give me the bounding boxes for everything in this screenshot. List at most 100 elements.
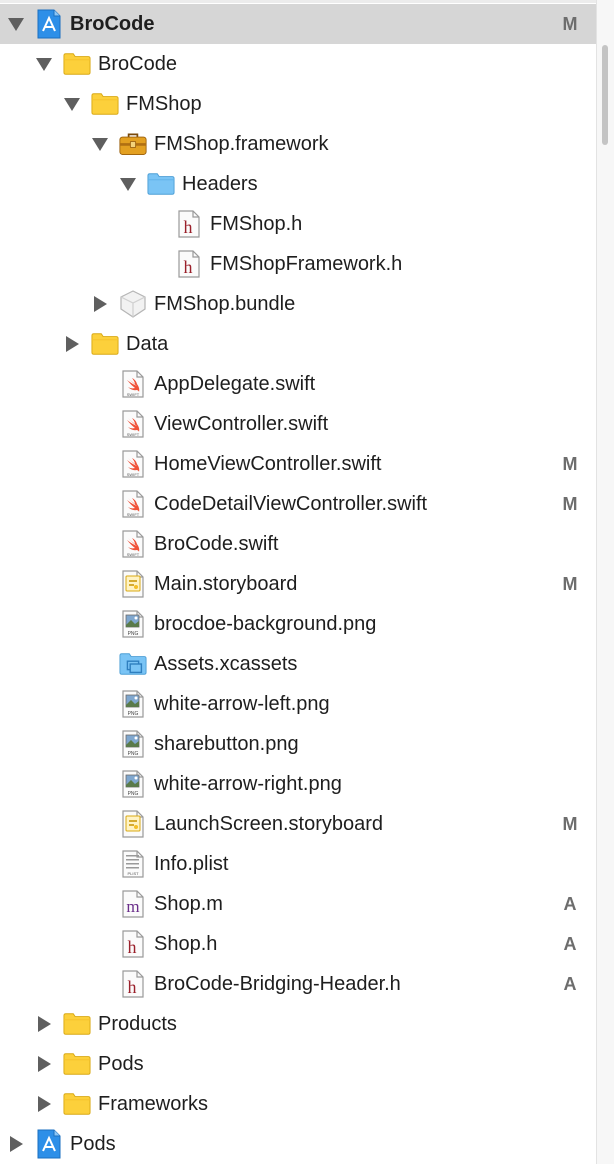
source-control-status-badge: M xyxy=(562,494,578,514)
navigator-row[interactable]: Assets.xcassets xyxy=(0,644,596,684)
navigator-row[interactable]: SWIFT BroCode.swift xyxy=(0,524,596,564)
header-file-icon: h xyxy=(119,970,147,998)
svg-text:SWIFT: SWIFT xyxy=(127,552,140,557)
navigator-item-label: CodeDetailViewController.swift xyxy=(154,493,428,515)
framework-toolbox-icon xyxy=(119,130,147,158)
header-file-icon: h xyxy=(175,210,203,238)
svg-text:PNG: PNG xyxy=(128,631,139,637)
disclosure-triangle-collapsed-icon[interactable] xyxy=(90,294,110,314)
navigator-row[interactable]: SWIFT CodeDetailViewController.swift M xyxy=(0,484,596,524)
navigator-item-label: white-arrow-left.png xyxy=(154,693,330,715)
disclosure-triangle-collapsed-icon[interactable] xyxy=(34,1054,54,1074)
navigator-item-label: BroCode-Bridging-Header.h xyxy=(154,973,401,995)
navigator-item-label: Frameworks xyxy=(98,1093,209,1115)
navigator-item-label: Headers xyxy=(182,173,258,195)
navigator-row[interactable]: SWIFT AppDelegate.swift xyxy=(0,364,596,404)
svg-text:m: m xyxy=(126,897,139,916)
disclosure-triangle-expanded-icon[interactable] xyxy=(62,94,82,114)
navigator-row[interactable]: Main.storyboard M xyxy=(0,564,596,604)
navigator-item-label: HomeViewController.swift xyxy=(154,453,382,475)
navigator-item-label: FMShopFramework.h xyxy=(210,253,403,275)
navigator-item-label: FMShop.h xyxy=(210,213,303,235)
navigator-item-label: BroCode xyxy=(70,13,155,35)
navigator-row[interactable]: Headers xyxy=(0,164,596,204)
navigator-row[interactable]: h FMShop.h xyxy=(0,204,596,244)
navigator-row[interactable]: h BroCode-Bridging-Header.h A xyxy=(0,964,596,1004)
navigator-item-label: BroCode.swift xyxy=(154,533,279,555)
navigator-row[interactable]: h Shop.h A xyxy=(0,924,596,964)
asset-catalog-icon xyxy=(119,650,147,678)
disclosure-triangle-expanded-icon[interactable] xyxy=(90,134,110,154)
source-control-status-badge: M xyxy=(562,574,578,594)
svg-text:PNG: PNG xyxy=(128,791,139,797)
svg-text:h: h xyxy=(128,937,137,957)
navigator-row[interactable]: PLIST Info.plist xyxy=(0,844,596,884)
navigator-row[interactable]: BroCode xyxy=(0,44,596,84)
svg-text:PNG: PNG xyxy=(128,711,139,717)
navigator-row[interactable]: SWIFT HomeViewController.swift M xyxy=(0,444,596,484)
source-control-status-badge: M xyxy=(562,814,578,834)
navigator-row[interactable]: Products xyxy=(0,1004,596,1044)
folder-icon xyxy=(63,1010,91,1038)
svg-text:SWIFT: SWIFT xyxy=(127,472,140,477)
png-file-icon: PNG xyxy=(119,610,147,638)
navigator-row[interactable]: PNG white-arrow-left.png xyxy=(0,684,596,724)
source-control-status-badge: M xyxy=(562,14,578,34)
navigator-item-label: white-arrow-right.png xyxy=(154,773,342,795)
navigator-row[interactable]: PNG white-arrow-right.png xyxy=(0,764,596,804)
navigator-row[interactable]: Pods xyxy=(0,1124,596,1164)
disclosure-triangle-expanded-icon[interactable] xyxy=(34,54,54,74)
blue-folder-icon xyxy=(147,170,175,198)
navigator-item-label: FMShop.bundle xyxy=(154,293,296,315)
navigator-row[interactable]: LaunchScreen.storyboard M xyxy=(0,804,596,844)
navigator-row[interactable]: BroCode M xyxy=(0,4,596,44)
svg-text:PNG: PNG xyxy=(128,751,139,757)
navigator-top-divider xyxy=(0,0,596,3)
source-control-status-badge: A xyxy=(563,894,577,914)
svg-text:SWIFT: SWIFT xyxy=(127,512,140,517)
navigator-item-label: Info.plist xyxy=(154,853,229,875)
disclosure-triangle-collapsed-icon[interactable] xyxy=(34,1014,54,1034)
project-navigator: BroCode M BroCode FMShop FMShop.framework Hea… xyxy=(0,0,596,1164)
disclosure-triangle-collapsed-icon[interactable] xyxy=(34,1094,54,1114)
navigator-item-label: FMShop xyxy=(126,93,202,115)
header-file-icon: h xyxy=(175,250,203,278)
source-control-status-badge: A xyxy=(563,934,577,954)
plist-file-icon: PLIST xyxy=(119,850,147,878)
navigator-item-label: Assets.xcassets xyxy=(154,653,298,675)
navigator-row[interactable]: Data xyxy=(0,324,596,364)
navigator-row[interactable]: FMShop.framework xyxy=(0,124,596,164)
disclosure-triangle-collapsed-icon[interactable] xyxy=(6,1134,26,1154)
png-file-icon: PNG xyxy=(119,690,147,718)
header-file-icon: h xyxy=(119,930,147,958)
folder-icon xyxy=(91,330,119,358)
navigator-row[interactable]: FMShop.bundle xyxy=(0,284,596,324)
storyboard-file-icon xyxy=(119,810,147,838)
navigator-item-label: Pods xyxy=(70,1133,116,1155)
svg-text:h: h xyxy=(184,217,193,237)
scrollbar-thumb[interactable] xyxy=(602,45,608,145)
folder-icon xyxy=(91,90,119,118)
navigator-item-label: Main.storyboard xyxy=(154,573,298,595)
navigator-row[interactable]: Frameworks xyxy=(0,1084,596,1124)
navigator-row[interactable]: h FMShopFramework.h xyxy=(0,244,596,284)
bundle-icon xyxy=(119,290,147,318)
scrollbar-track[interactable] xyxy=(596,0,614,1164)
navigator-row[interactable]: FMShop xyxy=(0,84,596,124)
disclosure-triangle-expanded-icon[interactable] xyxy=(118,174,138,194)
navigator-row[interactable]: PNG sharebutton.png xyxy=(0,724,596,764)
navigator-row[interactable]: PNG brocdoe-background.png xyxy=(0,604,596,644)
xcode-project-icon xyxy=(35,1129,63,1159)
disclosure-triangle-collapsed-icon[interactable] xyxy=(62,334,82,354)
objc-implementation-file-icon: m xyxy=(119,890,147,918)
navigator-item-label: Products xyxy=(98,1013,177,1035)
navigator-row[interactable]: SWIFT ViewController.swift xyxy=(0,404,596,444)
navigator-row[interactable]: Pods xyxy=(0,1044,596,1084)
navigator-item-label: Data xyxy=(126,333,169,355)
navigator-item-label: FMShop.framework xyxy=(154,133,329,155)
png-file-icon: PNG xyxy=(119,730,147,758)
disclosure-triangle-expanded-icon[interactable] xyxy=(6,14,26,34)
folder-icon xyxy=(63,1090,91,1118)
navigator-row[interactable]: m Shop.m A xyxy=(0,884,596,924)
swift-file-icon: SWIFT xyxy=(119,490,147,518)
